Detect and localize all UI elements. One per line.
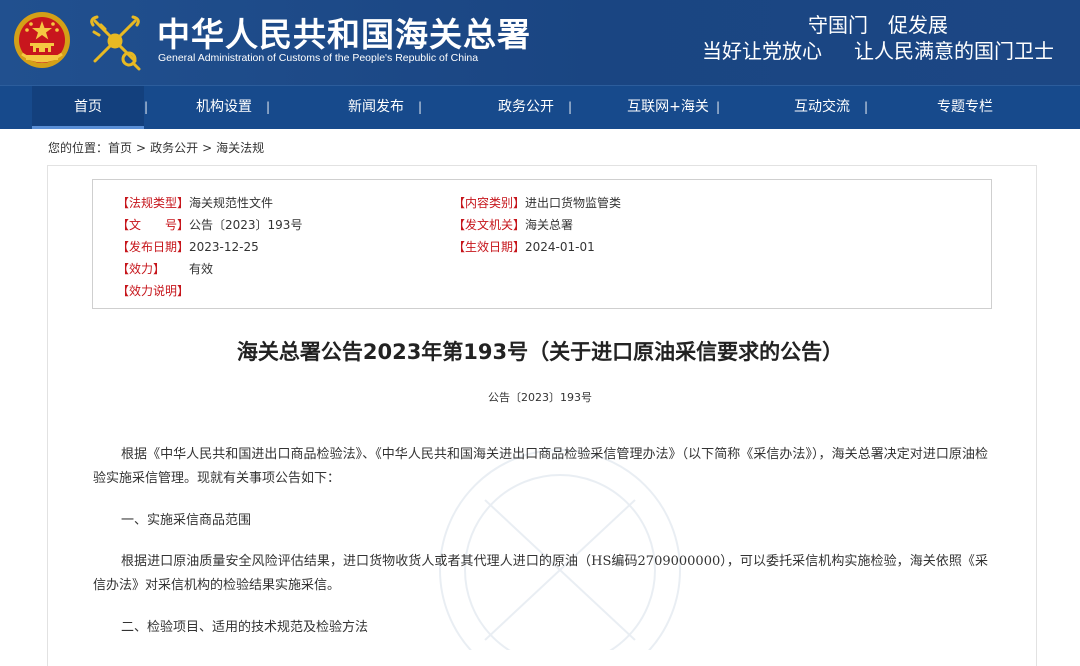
nav-separator: | — [864, 100, 869, 114]
meta-validity-note: 【效力说明】 — [117, 284, 190, 298]
meta-effective-date: 【生效日期】2024-01-01 — [453, 240, 595, 254]
meta-publish-date: 【发布日期】2023-12-25 — [117, 240, 259, 254]
article-paragraph: 根据《中华人民共和国进出口商品检验法》、《中华人民共和国海关进出口商品检验采信管… — [93, 447, 988, 486]
breadcrumb-separator: > — [136, 141, 147, 155]
breadcrumb-prefix: 您的位置： — [48, 141, 109, 155]
slogan-part-b: 让人民满意的国门卫士 — [854, 39, 1054, 63]
nav-item-internet-customs[interactable]: 互联网+海关 — [620, 86, 716, 129]
meta-issuer: 【发文机关】海关总署 — [453, 218, 574, 232]
national-emblem-icon — [14, 12, 70, 68]
customs-logo-icon — [90, 15, 141, 71]
section-heading: 二、检验项目、适用的技术规范及检验方法 — [121, 620, 369, 635]
breadcrumb-gov-affairs-link[interactable]: 政务公开 — [150, 141, 198, 155]
article-paragraph: 根据进口原油质量安全风险评估结果，进口货物收货人或者其代理人进口的原油（HS编码… — [93, 554, 988, 593]
nav-item-news[interactable]: 新闻发布 — [334, 86, 418, 129]
site-title: 中华人民共和国海关总署 — [157, 15, 531, 54]
nav-item-home[interactable]: 首页 — [32, 86, 144, 129]
breadcrumb-regulations-link[interactable]: 海关法规 — [216, 141, 264, 155]
nav-separator: | — [568, 100, 573, 114]
document-metadata: 【法规类型】海关规范性文件 【内容类别】进出口货物监管类 【文 号】公告〔202… — [92, 179, 992, 309]
slogan-part-a: 当好让党放心 — [702, 39, 822, 63]
meta-doc-no: 【文 号】公告〔2023〕193号 — [117, 218, 303, 232]
meta-validity: 【效力】 有效 — [117, 262, 214, 276]
nav-item-interaction[interactable]: 互动交流 — [780, 86, 864, 129]
breadcrumb-separator: > — [202, 141, 213, 155]
nav-item-organization[interactable]: 机构设置 — [182, 86, 266, 129]
nav-separator: | — [716, 100, 721, 114]
breadcrumb-home-link[interactable]: 首页 — [108, 141, 132, 155]
breadcrumb: 您的位置：首页 > 政务公开 > 海关法规 — [48, 139, 264, 156]
main-nav: 首页 | 机构设置 | 新闻发布 | 政务公开 | 互联网+海关 | 互动交流 … — [0, 85, 1080, 129]
document-title: 海关总署公告2023年第193号（关于进口原油采信要求的公告） — [236, 340, 844, 364]
meta-category: 【内容类别】进出口货物监管类 — [453, 196, 622, 210]
site-subtitle: General Administration of Customs of the… — [158, 52, 479, 64]
site-header: 中华人民共和国海关总署 General Administration of Cu… — [0, 0, 1080, 85]
nav-separator: | — [144, 100, 149, 114]
document-number: 公告〔2023〕193号 — [488, 391, 592, 404]
section-heading: 一、实施采信商品范围 — [121, 513, 252, 528]
nav-separator: | — [266, 100, 271, 114]
nav-item-government-affairs[interactable]: 政务公开 — [484, 86, 568, 129]
nav-item-special-topics[interactable]: 专题专栏 — [916, 86, 1014, 129]
slogan-line-2: 当好让党放心 让人民满意的国门卫士 — [702, 35, 1054, 64]
meta-law-type: 【法规类型】海关规范性文件 — [117, 196, 274, 210]
nav-separator: | — [418, 100, 423, 114]
slogan-line-1: 守国门 促发展 — [808, 13, 948, 37]
